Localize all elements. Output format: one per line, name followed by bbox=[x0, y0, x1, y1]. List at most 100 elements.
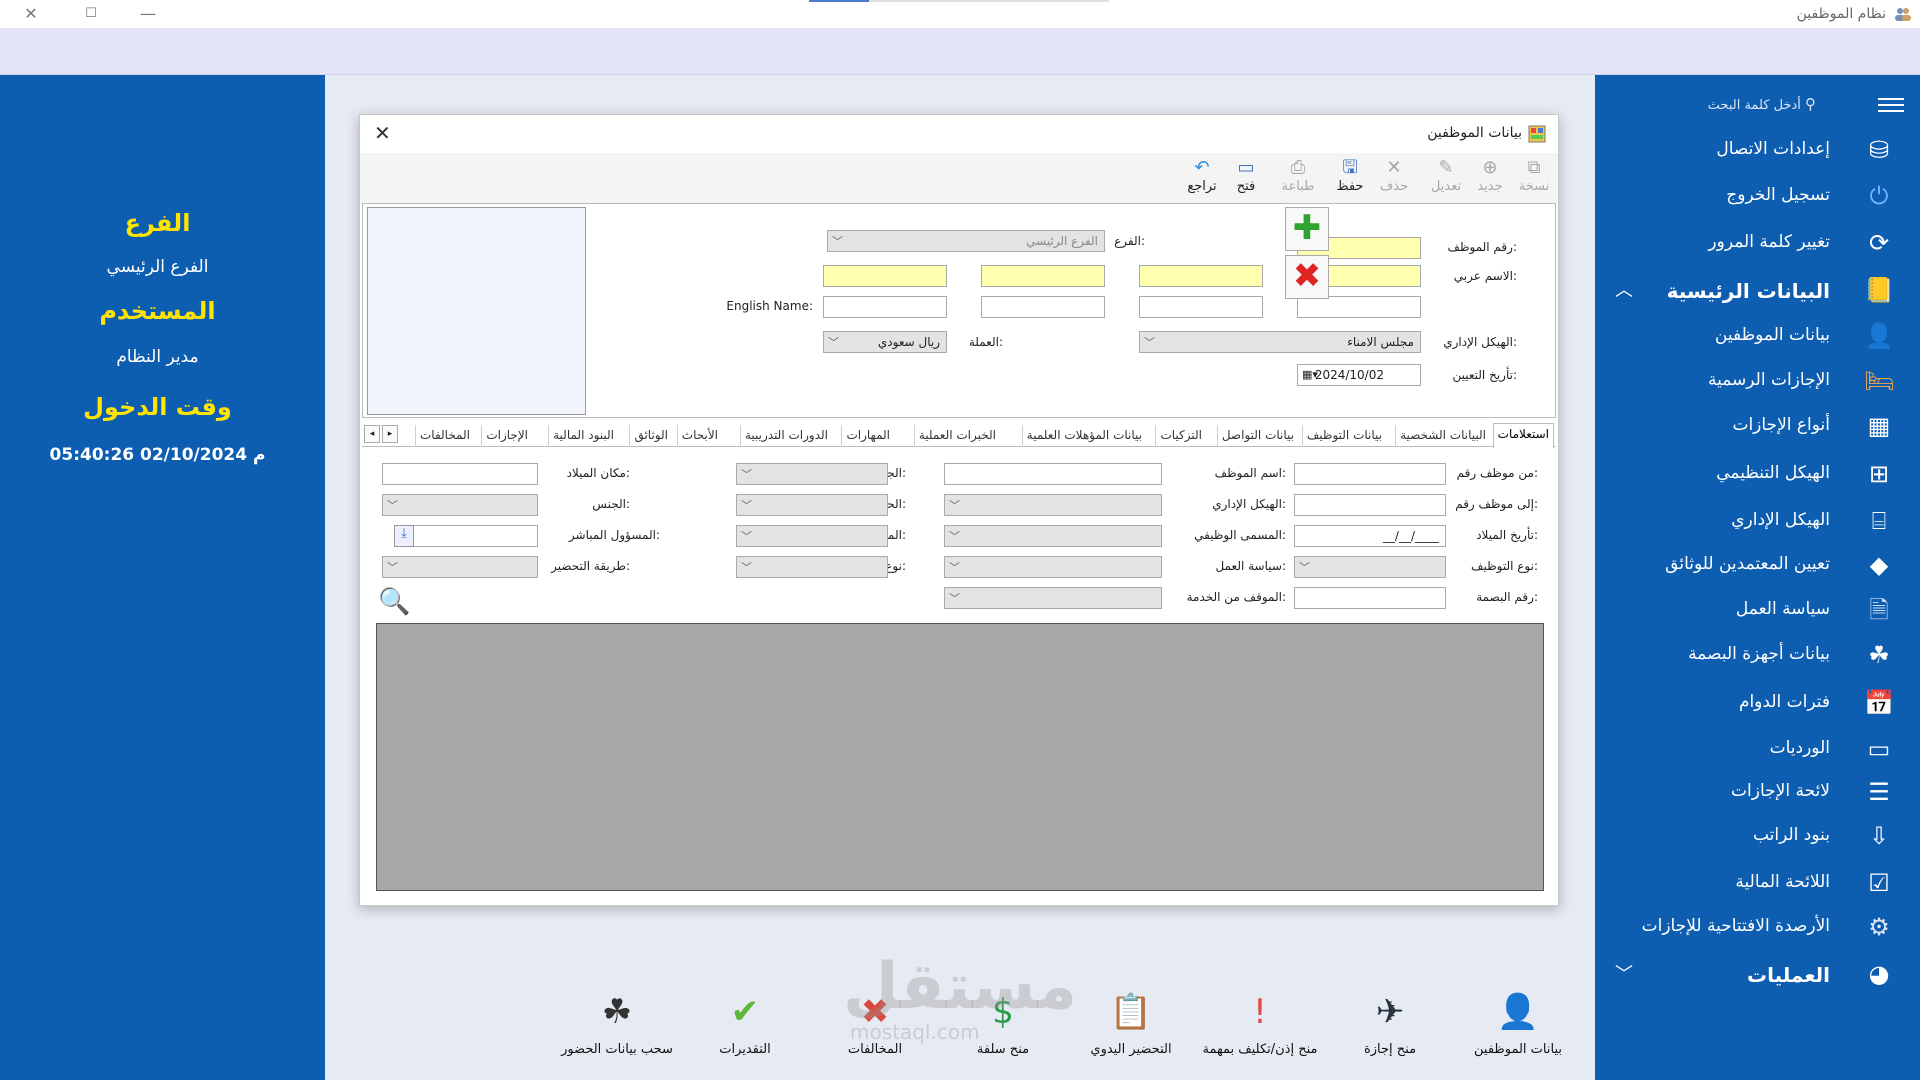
sidebar-item-14[interactable]: ▭ الورديات bbox=[1595, 729, 1920, 769]
birth-place-input[interactable] bbox=[382, 463, 538, 485]
bottom-action-4[interactable]: 📋 التحضير اليدوي bbox=[1066, 990, 1196, 1057]
contract-type-select[interactable]: ﹀ bbox=[736, 556, 888, 578]
service-status-select[interactable]: ﹀ bbox=[944, 587, 1162, 609]
sidebar-item-18[interactable]: ⚙ الأرصدة الافتتاحية للإجازات bbox=[1595, 907, 1920, 947]
settings-window-icon: ⚙ bbox=[1868, 913, 1890, 941]
arabic-name-3-input[interactable] bbox=[981, 265, 1105, 287]
undo-button[interactable]: ↶ تراجع bbox=[1182, 157, 1222, 194]
hire-date-picker[interactable]: ▦▾ 2024/10/02 bbox=[1297, 364, 1421, 386]
english-name-3-input[interactable] bbox=[981, 296, 1105, 318]
user-heading: المستخدم bbox=[99, 297, 216, 325]
bottom-action-label: منح إذن/تكليف بمهمة bbox=[1202, 1042, 1318, 1057]
tab-14[interactable]: المخالفات bbox=[414, 425, 474, 447]
minimize-icon[interactable]: — bbox=[137, 4, 159, 24]
sidebar-item-16[interactable]: ⇩ بنود الراتب bbox=[1595, 816, 1920, 856]
arabic-name-2-input[interactable] bbox=[1139, 265, 1263, 287]
delete-button[interactable]: ✕ حذف bbox=[1374, 157, 1414, 194]
english-name-4-input[interactable] bbox=[823, 296, 947, 318]
sidebar-item-7[interactable]: ▦ أنواع الإجازات bbox=[1595, 406, 1920, 446]
bottom-action-1[interactable]: 👤 بيانات الموظفين bbox=[1453, 990, 1583, 1057]
sidebar-search-input[interactable]: أدخل كلمة البحث ⚲ bbox=[1656, 95, 1816, 113]
birth-date-input[interactable]: __/__/____ bbox=[1294, 525, 1446, 547]
add-photo-button[interactable]: ✚ bbox=[1285, 207, 1329, 251]
chevron-down-icon[interactable]: ﹀ bbox=[1615, 960, 1633, 986]
tab-11[interactable]: الوثائق bbox=[629, 425, 672, 447]
tab-6[interactable]: بيانات المؤهلات العلمية bbox=[1021, 425, 1146, 447]
tab-4[interactable]: بيانات التواصل bbox=[1216, 425, 1298, 447]
bottom-action-3[interactable]: ! منح إذن/تكليف بمهمة bbox=[1195, 990, 1325, 1057]
query-admin-structure-select[interactable]: ﹀ bbox=[944, 494, 1162, 516]
employment-type-select[interactable]: ﹀ bbox=[1294, 556, 1446, 578]
download-arrow-icon[interactable]: ⤓ bbox=[394, 525, 414, 547]
dialog-close-icon[interactable]: ✕ bbox=[374, 121, 391, 145]
tab-7[interactable]: الخبرات العملية bbox=[913, 425, 1000, 447]
new-button[interactable]: ⊕ جديد bbox=[1470, 157, 1510, 194]
nationality-select[interactable]: ﹀ bbox=[736, 463, 888, 485]
copy-button[interactable]: ⧉ نسخة bbox=[1514, 157, 1554, 194]
sidebar-item-15[interactable]: ☰ لائحة الإجازات bbox=[1595, 772, 1920, 812]
tab-12[interactable]: البنود المالية bbox=[548, 425, 618, 447]
bottom-action-2[interactable]: ✈ منح إجازة bbox=[1325, 990, 1455, 1057]
query-form: من موظف رقم: إلى موظف رقم: تأريخ الميلاد… bbox=[360, 451, 1558, 621]
sidebar-item-12[interactable]: ☘ بيانات أجهزة البصمة bbox=[1595, 635, 1920, 675]
sidebar-item-1[interactable]: ⛁ إعدادات الاتصال bbox=[1595, 130, 1920, 170]
bottom-action-7[interactable]: ✔ التقديرات bbox=[680, 990, 810, 1057]
results-grid[interactable] bbox=[376, 623, 1544, 891]
save-button[interactable]: 🖫 حفظ bbox=[1330, 157, 1370, 194]
tab-8[interactable]: المهارات bbox=[841, 425, 894, 447]
print-button[interactable]: ⎙ طباعة bbox=[1278, 157, 1318, 194]
gender-select[interactable]: ﹀ bbox=[382, 494, 538, 516]
attendance-method-select[interactable]: ﹀ bbox=[382, 556, 538, 578]
bottom-action-8[interactable]: ☘ سحب بيانات الحضور bbox=[552, 990, 682, 1057]
sidebar-item-4[interactable]: 📒 البيانات الرئيسية ︿ bbox=[1595, 270, 1920, 310]
sidebar-item-8[interactable]: ⊞ الهيكل التنظيمي bbox=[1595, 454, 1920, 494]
sidebar-item-label: الهيكل الإداري bbox=[1731, 510, 1830, 530]
tab-10[interactable]: الأبحاث bbox=[676, 425, 722, 447]
employee-name-input[interactable] bbox=[944, 463, 1162, 485]
to-employee-input[interactable] bbox=[1294, 494, 1446, 516]
fingerprint-number-input[interactable] bbox=[1294, 587, 1446, 609]
admin-title-select[interactable]: ﹀ bbox=[736, 525, 888, 547]
tab-5[interactable]: التزكيات bbox=[1155, 425, 1206, 447]
arabic-name-4-input[interactable] bbox=[823, 265, 947, 287]
sidebar-item-5[interactable]: 👤 بيانات الموظفين bbox=[1595, 316, 1920, 356]
branch-select[interactable]: ﹀ الفرع الرئيسي bbox=[827, 230, 1105, 252]
hamburger-menu-icon[interactable] bbox=[1878, 95, 1904, 115]
sidebar-item-6[interactable]: 🛏 الإجازات الرسمية bbox=[1595, 361, 1920, 401]
remove-photo-button[interactable]: ✖ bbox=[1285, 255, 1329, 299]
edit-button[interactable]: ✎ تعديل bbox=[1426, 157, 1466, 194]
job-title-select[interactable]: ﹀ bbox=[944, 525, 1162, 547]
open-button[interactable]: ▭ فتح bbox=[1226, 157, 1266, 194]
tab-scroll-right-icon[interactable]: ▸ bbox=[382, 425, 398, 443]
admin-structure-select[interactable]: ﹀ مجلس الامناء bbox=[1139, 331, 1421, 353]
maximize-icon[interactable]: ☐ bbox=[80, 4, 102, 24]
currency-select[interactable]: ﹀ ريال سعودي bbox=[823, 331, 947, 353]
sidebar-item-11[interactable]: 🗎 سياسة العمل bbox=[1595, 590, 1920, 630]
sidebar-item-13[interactable]: 📅 فترات الدوام bbox=[1595, 683, 1920, 723]
sidebar-item-17[interactable]: ☑ اللائحة المالية bbox=[1595, 863, 1920, 903]
sidebar-item-19[interactable]: ◕ العمليات ﹀ bbox=[1595, 954, 1920, 994]
tab-scroll-left-icon[interactable]: ◂ bbox=[364, 425, 380, 443]
work-policy-select[interactable]: ﹀ bbox=[944, 556, 1162, 578]
close-icon[interactable]: ✕ bbox=[20, 4, 42, 24]
birth-date-label: تأريخ الميلاد: bbox=[1476, 528, 1538, 542]
sidebar-item-2[interactable]: ⏻ تسجيل الخروج bbox=[1595, 176, 1920, 216]
english-name-2-input[interactable] bbox=[1139, 296, 1263, 318]
direct-manager-input[interactable] bbox=[408, 525, 538, 547]
tab-1[interactable]: استعلامات bbox=[1492, 423, 1554, 448]
tab-13[interactable]: الإجازات bbox=[481, 425, 532, 447]
chevron-up-icon[interactable]: ︿ bbox=[1615, 276, 1633, 302]
marital-status-select[interactable]: ﹀ bbox=[736, 494, 888, 516]
tab-3[interactable]: بيانات التوظيف bbox=[1301, 425, 1386, 447]
operations-icon: ◕ bbox=[1868, 960, 1890, 988]
search-magnifier-icon[interactable]: 🔍 bbox=[378, 587, 410, 617]
english-name-1-input[interactable] bbox=[1297, 296, 1421, 318]
from-employee-input[interactable] bbox=[1294, 463, 1446, 485]
tab-9[interactable]: الدورات التدريبية bbox=[739, 425, 832, 447]
login-time-heading: وقت الدخول bbox=[83, 393, 232, 421]
sidebar-item-9[interactable]: ⌸ الهيكل الإداري bbox=[1595, 501, 1920, 541]
shapes-icon: ◆ bbox=[1869, 551, 1889, 579]
sidebar-item-3[interactable]: ⟳ تغيير كلمة المرور bbox=[1595, 223, 1920, 263]
tab-2[interactable]: البيانات الشخصية bbox=[1395, 425, 1490, 447]
sidebar-item-10[interactable]: ◆ تعيين المعتمدين للوثائق bbox=[1595, 545, 1920, 585]
